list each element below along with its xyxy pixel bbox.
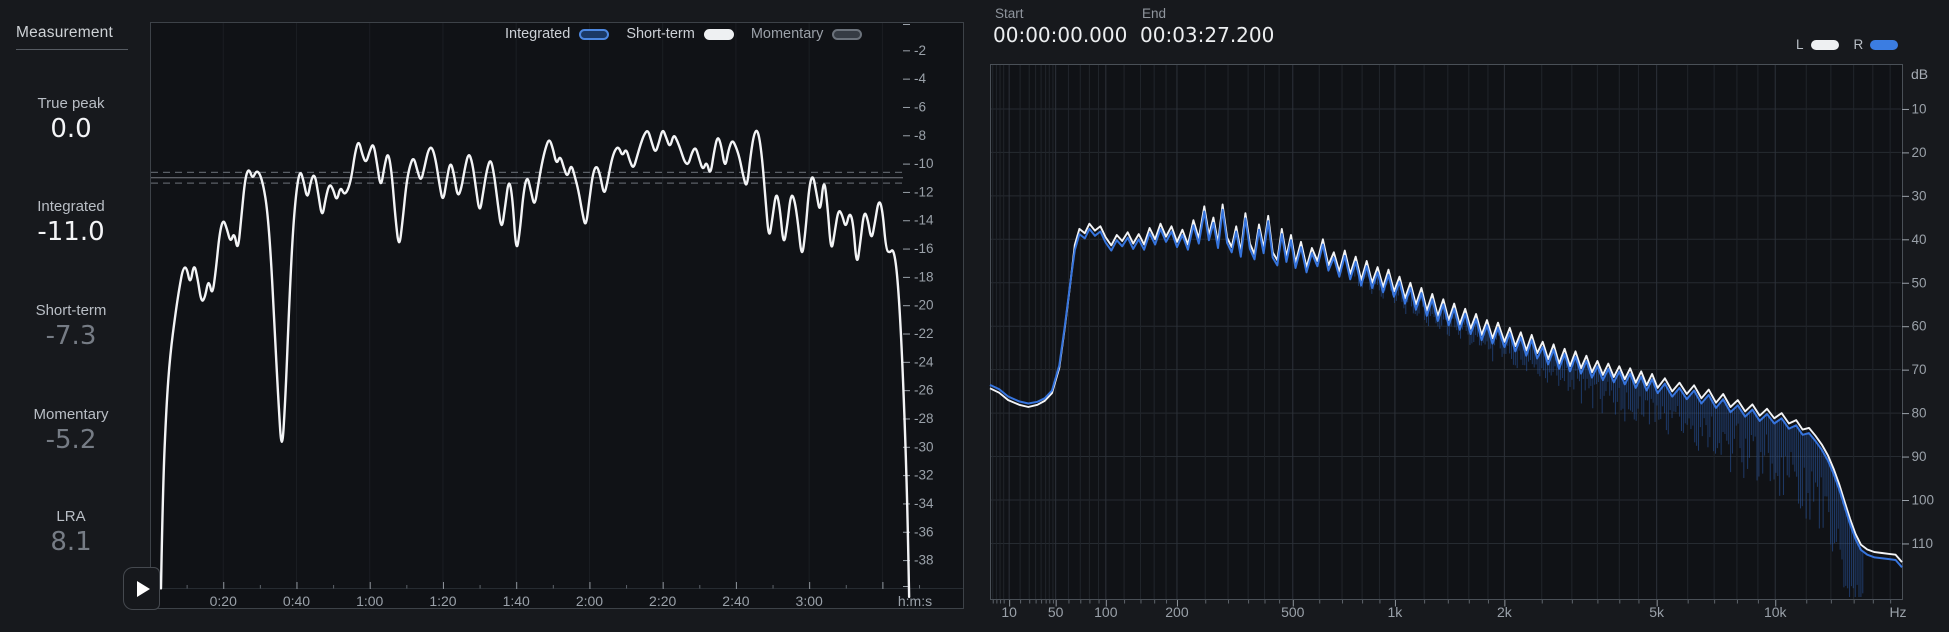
svg-text:80: 80 xyxy=(1912,406,1927,421)
svg-text:100: 100 xyxy=(1094,604,1118,620)
svg-text:-24: -24 xyxy=(914,354,934,369)
stat-value: -7.3 xyxy=(45,321,97,351)
legend-label: Short-term xyxy=(626,26,695,42)
svg-text:2k: 2k xyxy=(1497,604,1513,620)
stat-value: 0.0 xyxy=(50,114,92,144)
svg-text:3:00: 3:00 xyxy=(796,593,823,609)
legend-integrated[interactable]: Integrated xyxy=(505,26,610,42)
stat-integrated: Integrated -11.0 xyxy=(0,198,142,247)
stat-label: True peak xyxy=(37,95,105,112)
stat-label: Short-term xyxy=(35,302,107,319)
svg-text:-8: -8 xyxy=(914,128,926,143)
svg-text:5k: 5k xyxy=(1649,604,1665,620)
svg-text:2:40: 2:40 xyxy=(722,593,749,609)
svg-text:-38: -38 xyxy=(914,553,934,568)
svg-text:-2: -2 xyxy=(914,43,926,58)
svg-text:2:00: 2:00 xyxy=(576,593,603,609)
svg-text:500: 500 xyxy=(1281,604,1305,620)
svg-text:-28: -28 xyxy=(914,411,934,426)
svg-text:1:40: 1:40 xyxy=(503,593,530,609)
loudness-legend: Integrated Short-term Momentary xyxy=(505,26,863,42)
svg-text:-10: -10 xyxy=(914,156,934,171)
svg-text:60: 60 xyxy=(1912,319,1927,334)
loudness-chart[interactable]: -2 -4 -6 -8 -10 -12 -14 -16 -18 -20 -22 -24 -26 -28 -3… xyxy=(148,20,966,612)
spectrum-chart[interactable]: dB 10 20 30 40 50 60 70 80 90 100 110 10 50 100 200 500 1… xyxy=(975,0,1949,632)
svg-text:h:m:s: h:m:s xyxy=(898,593,932,609)
svg-text:10k: 10k xyxy=(1764,604,1788,620)
svg-text:200: 200 xyxy=(1165,604,1189,620)
svg-text:50: 50 xyxy=(1048,604,1064,620)
svg-text:1k: 1k xyxy=(1388,604,1404,620)
svg-text:-18: -18 xyxy=(914,269,934,284)
play-icon xyxy=(136,580,150,597)
svg-text:-4: -4 xyxy=(914,71,926,86)
svg-text:20: 20 xyxy=(1912,145,1927,160)
svg-text:110: 110 xyxy=(1912,536,1934,551)
svg-text:90: 90 xyxy=(1912,449,1927,464)
legend-pill-icon xyxy=(579,28,610,40)
svg-text:1:00: 1:00 xyxy=(356,593,383,609)
tab-measurement[interactable]: Measurement xyxy=(16,24,113,42)
stat-label: LRA xyxy=(56,508,86,525)
svg-text:40: 40 xyxy=(1912,232,1927,247)
stat-value: -5.2 xyxy=(45,425,97,455)
svg-text:-22: -22 xyxy=(914,326,934,341)
play-button[interactable] xyxy=(123,567,160,610)
svg-text:0:40: 0:40 xyxy=(283,593,310,609)
legend-label: Integrated xyxy=(505,26,571,42)
svg-text:10: 10 xyxy=(1912,101,1927,116)
stat-value: 8.1 xyxy=(50,527,92,557)
stat-label: Integrated xyxy=(37,198,105,215)
svg-text:2:20: 2:20 xyxy=(649,593,676,609)
svg-text:-6: -6 xyxy=(914,99,926,114)
svg-text:-20: -20 xyxy=(914,298,934,313)
svg-text:30: 30 xyxy=(1912,188,1927,203)
tab-active-underline xyxy=(16,49,128,50)
svg-text:-32: -32 xyxy=(914,468,934,483)
svg-text:100: 100 xyxy=(1912,493,1935,508)
legend-momentary[interactable]: Momentary xyxy=(751,26,863,42)
loudness-meter-window: Measurement True peak 0.0 Integrated -11.0 S… xyxy=(0,0,1949,632)
legend-label: Momentary xyxy=(750,26,824,42)
legend-pill-icon xyxy=(832,28,863,40)
stat-short-term: Short-term -7.3 xyxy=(0,302,142,351)
svg-text:50: 50 xyxy=(1912,275,1927,290)
svg-text:Hz: Hz xyxy=(1889,604,1906,620)
svg-text:dB: dB xyxy=(1911,66,1928,82)
stat-value: -11.0 xyxy=(37,217,105,247)
svg-text:-26: -26 xyxy=(914,383,934,398)
stat-true-peak: True peak 0.0 xyxy=(0,95,142,144)
svg-text:-12: -12 xyxy=(914,184,934,199)
stat-lra: LRA 8.1 xyxy=(0,508,142,557)
svg-text:-36: -36 xyxy=(914,524,934,539)
legend-short-term[interactable]: Short-term xyxy=(626,26,734,42)
svg-text:0:20: 0:20 xyxy=(210,593,237,609)
svg-text:-16: -16 xyxy=(914,241,934,256)
stat-label: Momentary xyxy=(33,406,109,423)
svg-text:-34: -34 xyxy=(914,496,934,511)
svg-text:10: 10 xyxy=(1001,604,1017,620)
svg-text:70: 70 xyxy=(1912,362,1927,377)
legend-pill-icon xyxy=(703,28,734,40)
stat-momentary: Momentary -5.2 xyxy=(0,406,142,455)
svg-text:-30: -30 xyxy=(914,439,934,454)
svg-text:1:20: 1:20 xyxy=(429,593,456,609)
svg-text:-14: -14 xyxy=(914,213,934,228)
